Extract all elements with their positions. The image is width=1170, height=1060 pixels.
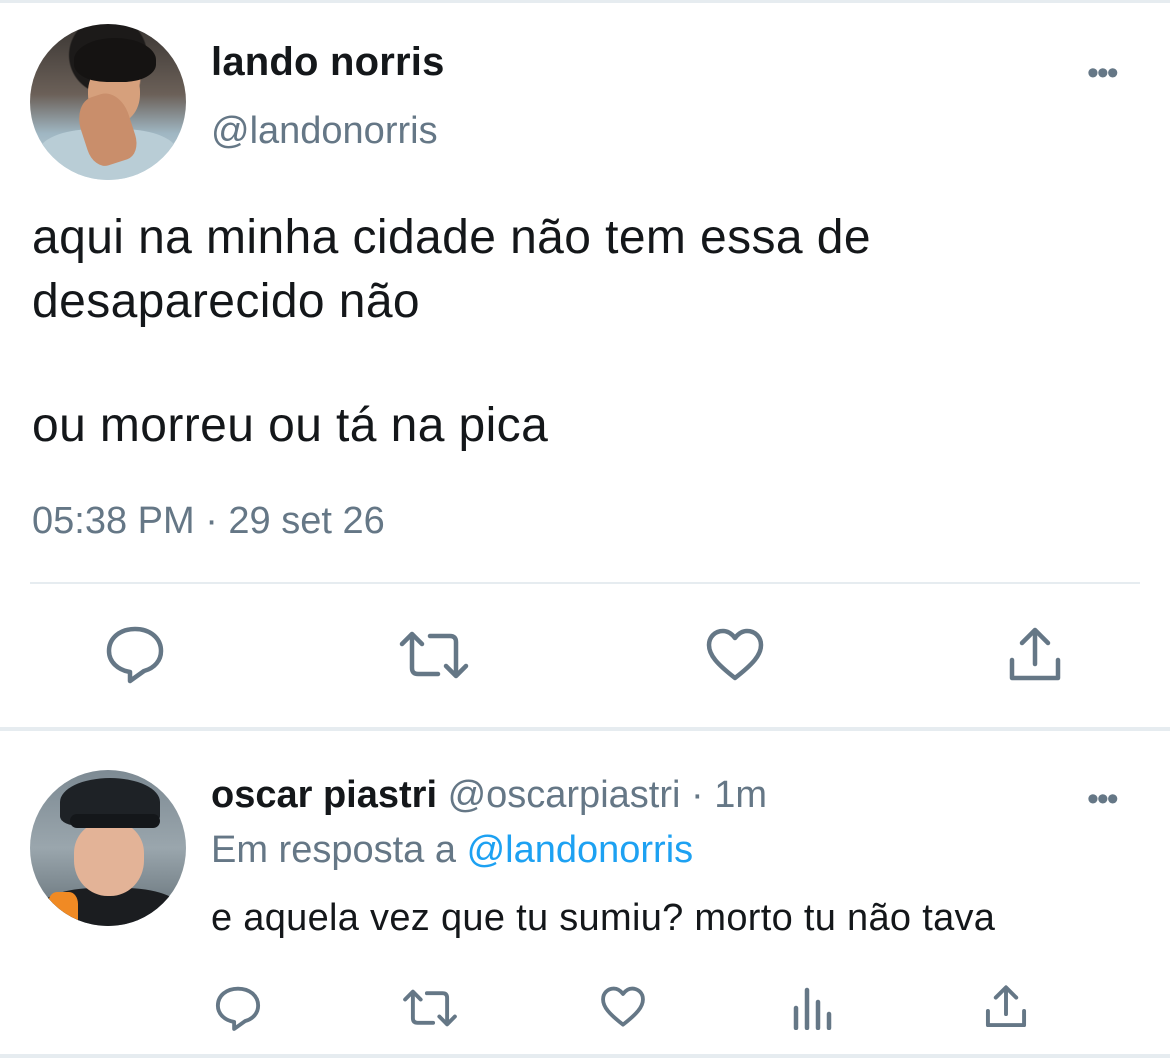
share-icon[interactable] [984, 984, 1028, 1030]
avatar-oscar[interactable] [30, 770, 186, 926]
replying-mention[interactable]: @landonorris [467, 829, 694, 871]
reply-header: oscar piastri @oscarpiastri · 1m [211, 774, 767, 817]
tweet-text-line3: ou morreu ou tá na pica [32, 399, 549, 452]
heart-icon[interactable] [600, 986, 646, 1028]
reply-meta[interactable]: @oscarpiastri · 1m [448, 774, 767, 816]
reply-author-name[interactable]: oscar piastri [211, 774, 437, 816]
section-divider [0, 727, 1170, 731]
tweet-actions [0, 620, 1170, 690]
replying-prefix: Em resposta a [211, 829, 456, 871]
actions-divider [30, 582, 1140, 584]
tweet-timestamp[interactable]: 05:38 PM · 29 set 26 [32, 500, 385, 543]
reply-icon[interactable] [214, 984, 262, 1032]
tweet-text-line1: aqui na minha cidade não tem essa de [32, 211, 871, 264]
analytics-icon[interactable] [792, 986, 834, 1030]
avatar-hair [74, 38, 156, 82]
reply-icon[interactable] [104, 624, 166, 684]
reply-text: e aquela vez que tu sumiu? morto tu não … [211, 897, 996, 939]
avatar-face [74, 822, 144, 896]
bottom-divider [0, 1054, 1170, 1058]
author-handle[interactable]: @landonorris [211, 110, 438, 153]
main-tweet: lando norris @landonorris ••• aqui na mi… [0, 0, 1170, 730]
more-icon[interactable]: ••• [1087, 56, 1119, 90]
more-icon[interactable]: ••• [1087, 782, 1119, 816]
tweet-text-line2: desaparecido não [32, 275, 421, 328]
avatar-cap-brim [70, 814, 160, 828]
replying-to: Em resposta a @landonorris [211, 829, 693, 872]
avatar-lando[interactable] [30, 24, 186, 180]
share-icon[interactable] [1007, 626, 1063, 684]
heart-icon[interactable] [705, 628, 765, 682]
author-name[interactable]: lando norris [211, 40, 445, 85]
retweet-icon[interactable] [398, 630, 470, 680]
reply-actions [0, 980, 1170, 1040]
retweet-icon[interactable] [402, 988, 458, 1028]
avatar-suit-stripe [48, 892, 78, 926]
